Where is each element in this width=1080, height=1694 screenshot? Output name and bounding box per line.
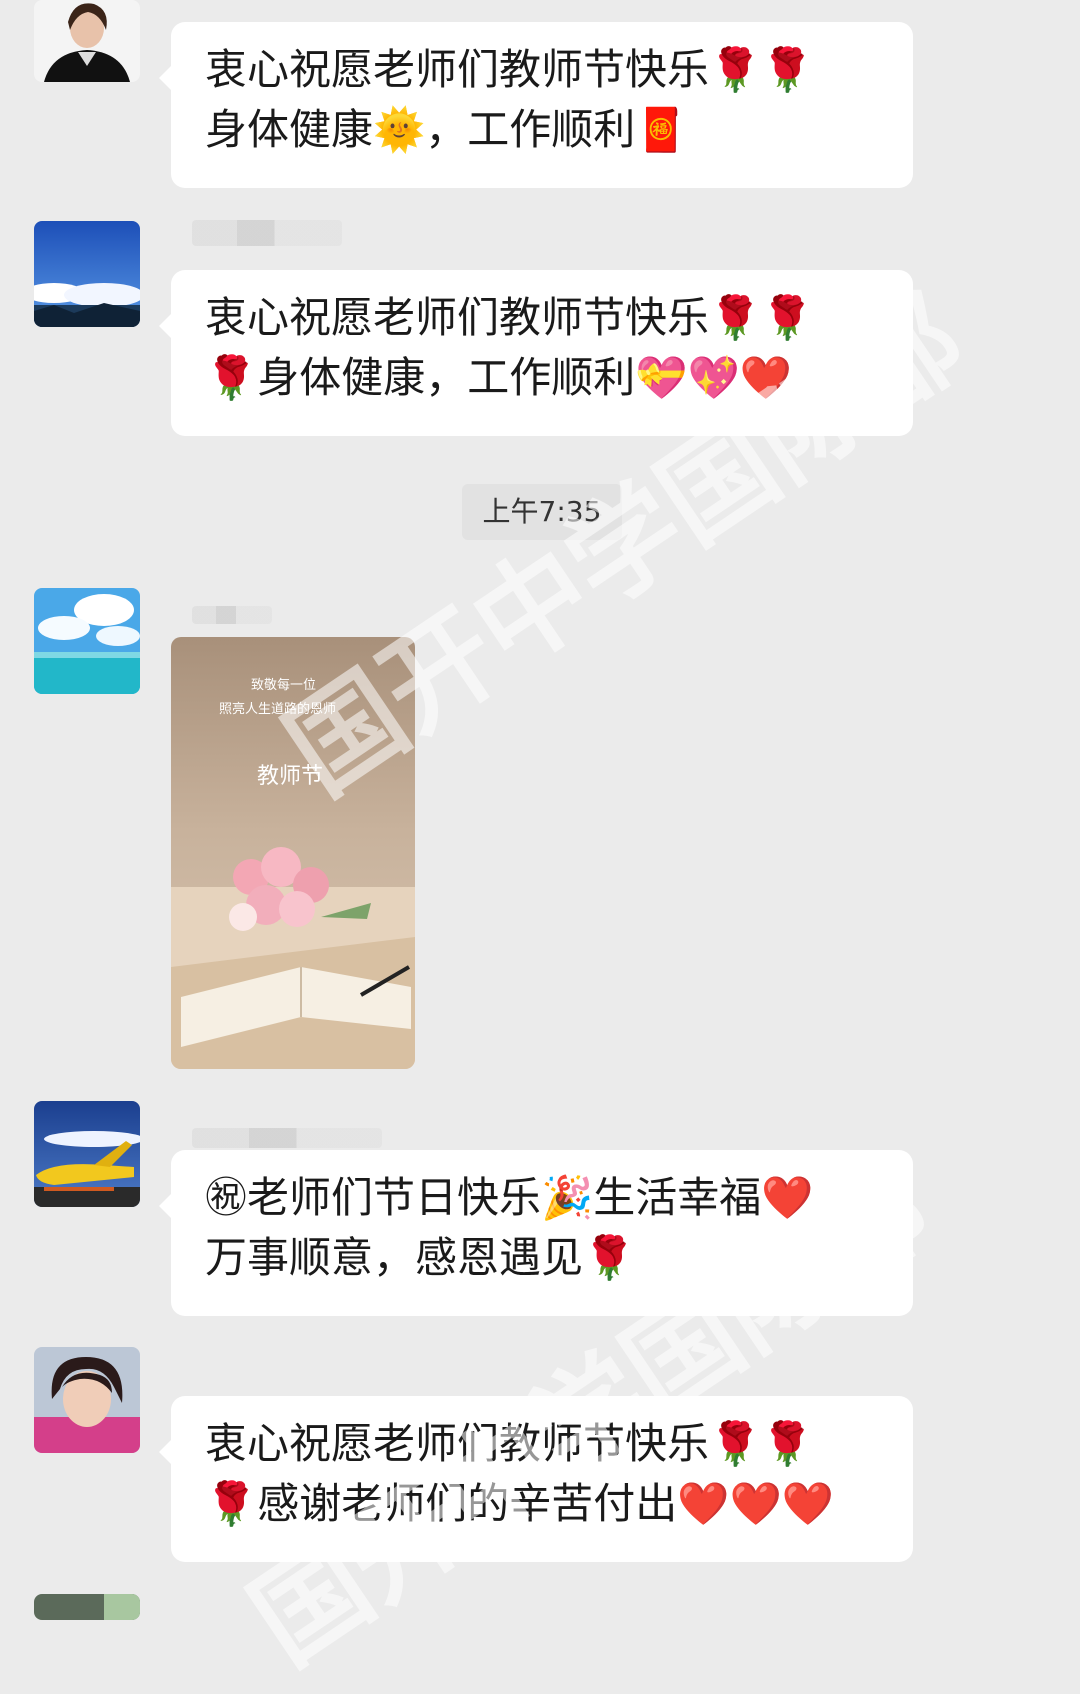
message-bubble[interactable]: 衷心祝愿老师们教师节快乐🌹🌹 🌹身体健康，工作顺利💝💖❤️ <box>159 270 913 436</box>
image-caption: 教师节 <box>257 764 323 789</box>
message-text: ㊗老师们节日快乐🎉生活幸福❤️ <box>205 1173 814 1222</box>
message-text: 🌹感谢老师们的辛苦付出❤️❤️❤️ <box>205 1479 835 1528</box>
avatar[interactable] <box>34 0 140 82</box>
message-text: 衷心祝愿老师们教师节快乐🌹🌹 <box>205 1419 814 1468</box>
message-text: 衷心祝愿老师们教师节快乐🌹🌹 <box>205 293 814 342</box>
message-bubble[interactable]: 衷心祝愿老师们教师节快乐🌹🌹 🌹感谢老师们的辛苦付出❤️❤️❤️ <box>159 1396 913 1562</box>
message-text: 衷心祝愿老师们教师节快乐🌹🌹 <box>205 45 814 94</box>
image-subheading: 照亮人生道路的恩师 <box>219 701 336 717</box>
sender-name-blurred <box>192 1128 382 1148</box>
avatar[interactable] <box>34 221 140 327</box>
avatar[interactable] <box>34 588 140 694</box>
image-message[interactable]: 致敬每一位 照亮人生道路的恩师 教师节 <box>171 637 415 1069</box>
image-heading: 致敬每一位 <box>251 677 316 693</box>
avatar[interactable] <box>34 1594 140 1620</box>
timestamp: 上午7:35 <box>462 484 622 540</box>
sender-name-blurred <box>192 606 272 624</box>
message-bubble[interactable]: 衷心祝愿老师们教师节快乐🌹🌹 身体健康🌞，工作顺利🧧 <box>159 22 913 188</box>
message-text: 身体健康🌞，工作顺利🧧 <box>205 105 688 154</box>
sender-name-blurred <box>192 220 342 246</box>
message-bubble[interactable]: ㊗老师们节日快乐🎉生活幸福❤️ 万事顺意，感恩遇见🌹 <box>159 1150 913 1316</box>
avatar[interactable] <box>34 1347 140 1453</box>
message-text: 🌹身体健康，工作顺利💝💖❤️ <box>205 353 793 402</box>
avatar[interactable] <box>34 1101 140 1207</box>
message-text: 万事顺意，感恩遇见🌹 <box>205 1233 636 1282</box>
